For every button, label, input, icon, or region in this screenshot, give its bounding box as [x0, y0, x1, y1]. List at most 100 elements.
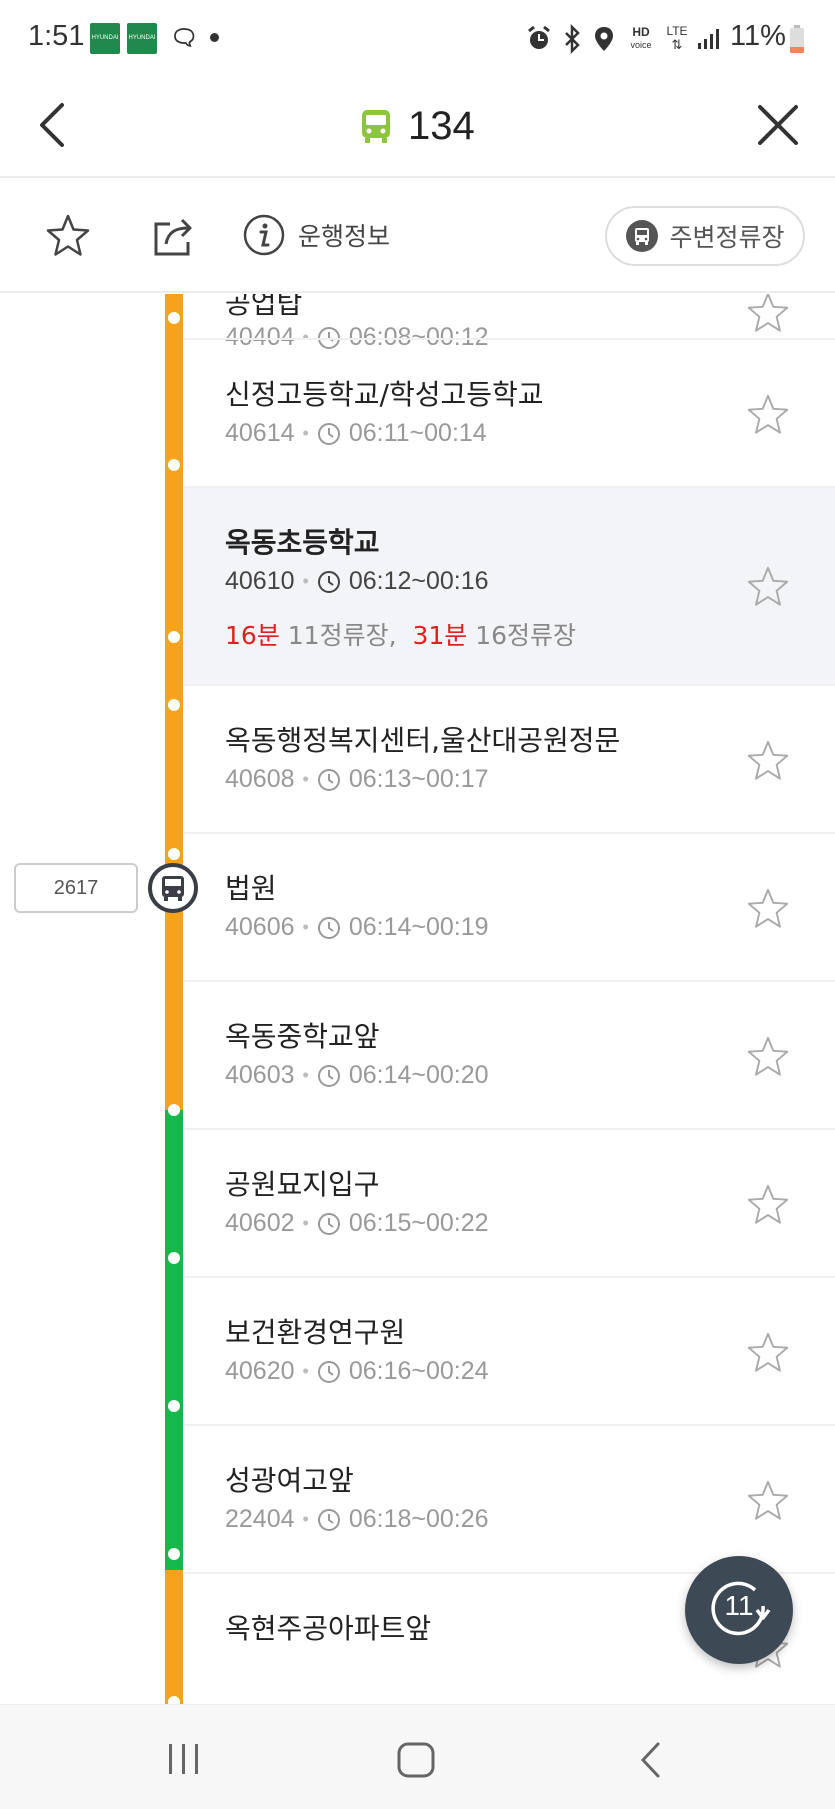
status-time: 1:51: [28, 20, 85, 52]
close-button[interactable]: [752, 95, 802, 155]
favorite-star-icon[interactable]: [745, 1182, 791, 1228]
list-item[interactable]: 공원묘지입구 40602 • 06:15~00:22: [0, 1130, 835, 1278]
notification-icon: 🗨︎: [170, 26, 198, 51]
bus-position-marker[interactable]: [148, 863, 198, 913]
stop-name: 옥현주공아파트앞: [225, 1612, 432, 1645]
location-icon: [595, 27, 613, 51]
stop-hours: 06:11~00:14: [348, 419, 487, 447]
stop-meta: 40606 • 06:14~00:19: [225, 913, 489, 941]
route-title: 134: [360, 96, 475, 156]
system-nav-bar: [0, 1704, 835, 1809]
stop-hours: 06:13~00:17: [348, 765, 489, 793]
arrival-2-minutes: 31분: [412, 621, 468, 650]
stop-hours: 06:14~00:19: [348, 913, 489, 941]
bus-icon: [162, 876, 184, 901]
arrival-2-stops: 16정류장: [475, 621, 577, 650]
route-stop-list[interactable]: 공업탑 40404 • 06:08~00:12 신정고등학교/학성고등학교 406…: [0, 294, 835, 1704]
operation-info-button[interactable]: 운행정보: [242, 210, 390, 260]
stop-id: 40602: [225, 1209, 295, 1237]
list-item[interactable]: 성광여고앞 22404 • 06:18~00:26: [0, 1426, 835, 1574]
stop-dot: [168, 1252, 180, 1264]
stop-dot: [168, 1104, 180, 1116]
stop-meta: 40614 • 06:11~00:14: [225, 419, 487, 447]
stop-id: 22404: [225, 1505, 295, 1533]
refresh-countdown: 11: [724, 1590, 754, 1621]
arrival-1-minutes: 16분: [225, 621, 280, 650]
stop-name: 공업탑: [225, 294, 303, 320]
battery-icon: [790, 25, 804, 53]
nearby-stops-label: 주변정류장: [669, 223, 785, 252]
more-notifications-dot: [210, 33, 219, 42]
battery-percent: 11%: [730, 20, 786, 52]
stop-name: 법원: [225, 872, 277, 905]
recent-apps-icon[interactable]: [164, 1741, 204, 1777]
bus-vehicle-number[interactable]: 2617: [14, 863, 138, 913]
lte-icon: LTE ⇅: [666, 24, 688, 52]
stop-dot: [168, 1696, 180, 1704]
favorite-star-icon[interactable]: [745, 738, 791, 784]
stop-name: 옥동초등학교: [225, 526, 380, 559]
stop-dot: [168, 699, 180, 711]
clock-icon: [317, 1508, 340, 1531]
favorite-star-icon[interactable]: [745, 1330, 791, 1376]
stop-hours: 06:15~00:22: [348, 1209, 489, 1237]
info-icon: [243, 214, 285, 256]
refresh-button[interactable]: 11: [685, 1556, 793, 1664]
bus-icon: [362, 110, 390, 143]
favorite-star-icon[interactable]: [745, 886, 791, 932]
route-toolbar: 운행정보 주변정류장: [0, 180, 835, 293]
clock-icon: [317, 916, 340, 939]
list-item[interactable]: 보건환경연구원 40620 • 06:16~00:24: [0, 1278, 835, 1426]
clock-icon: [317, 768, 340, 791]
stop-hours: 06:12~00:16: [348, 567, 489, 595]
status-bar: 1:51 HYUNDAI HYUNDAI 🗨︎ HD voice LTE ⇅ 11%: [0, 0, 835, 80]
bus-stop-icon: [626, 220, 659, 252]
clock-icon: [317, 422, 340, 445]
favorite-star-icon[interactable]: [745, 564, 791, 610]
stop-name: 옥동행정복지센터,울산대공원정문: [225, 724, 621, 757]
stop-dot: [168, 631, 180, 643]
stop-dot: [168, 848, 180, 860]
clock-icon: [317, 1212, 340, 1235]
list-item[interactable]: 옥동행정복지센터,울산대공원정문 40608 • 06:13~00:17: [0, 686, 835, 834]
stop-hours: 06:14~00:20: [348, 1061, 489, 1089]
stop-meta: 40603 • 06:14~00:20: [225, 1061, 489, 1089]
arrival-info: 16분 11정류장, 31분 16정류장: [225, 616, 576, 652]
stop-id: 40620: [225, 1357, 295, 1385]
alarm-icon: [528, 25, 550, 49]
favorite-star-icon[interactable]: [745, 1034, 791, 1080]
stop-name: 공원묘지입구: [225, 1168, 380, 1201]
stop-name: 보건환경연구원: [225, 1316, 406, 1349]
favorite-route-star-icon[interactable]: [44, 212, 92, 260]
stop-hours: 06:16~00:24: [348, 1357, 489, 1385]
list-item[interactable]: 공업탑 40404 • 06:08~00:12: [0, 294, 835, 351]
stop-dot: [168, 459, 180, 471]
stop-meta: 40602 • 06:15~00:22: [225, 1209, 489, 1237]
nav-back-icon[interactable]: [636, 1741, 666, 1779]
nearby-stops-button[interactable]: 주변정류장: [605, 206, 805, 266]
stop-hours: 06:18~00:26: [348, 1505, 489, 1533]
hd-voice-icon: HD voice: [630, 25, 652, 51]
operation-info-label: 운행정보: [298, 222, 391, 251]
stop-name: 성광여고앞: [225, 1464, 354, 1497]
back-button[interactable]: [30, 95, 74, 155]
favorite-star-icon[interactable]: [745, 1478, 791, 1524]
home-icon[interactable]: [396, 1741, 436, 1779]
stop-id: 40608: [225, 765, 295, 793]
stop-meta: 40620 • 06:16~00:24: [225, 1357, 489, 1385]
favorite-star-icon[interactable]: [745, 294, 791, 336]
share-icon[interactable]: [150, 212, 198, 260]
list-item[interactable]: 신정고등학교/학성고등학교 40614 • 06:11~00:14: [0, 340, 835, 488]
list-item-selected[interactable]: 옥동초등학교 40610 • 06:12~00:16 16분 11정류장, 31분…: [0, 488, 835, 686]
clock-icon: [317, 1360, 340, 1383]
stop-id: 40603: [225, 1061, 295, 1089]
stop-meta: 22404 • 06:18~00:26: [225, 1505, 489, 1533]
list-item[interactable]: 옥동중학교앞 40603 • 06:14~00:20: [0, 982, 835, 1130]
signal-icon: [698, 29, 719, 49]
stop-meta: 40610 • 06:12~00:16: [225, 567, 489, 595]
app-header: 134: [0, 80, 835, 178]
favorite-star-icon[interactable]: [745, 392, 791, 438]
stop-id: 40614: [225, 419, 295, 447]
stop-dot: [168, 312, 180, 324]
hyundai-app-icon: HYUNDAI: [127, 23, 157, 54]
